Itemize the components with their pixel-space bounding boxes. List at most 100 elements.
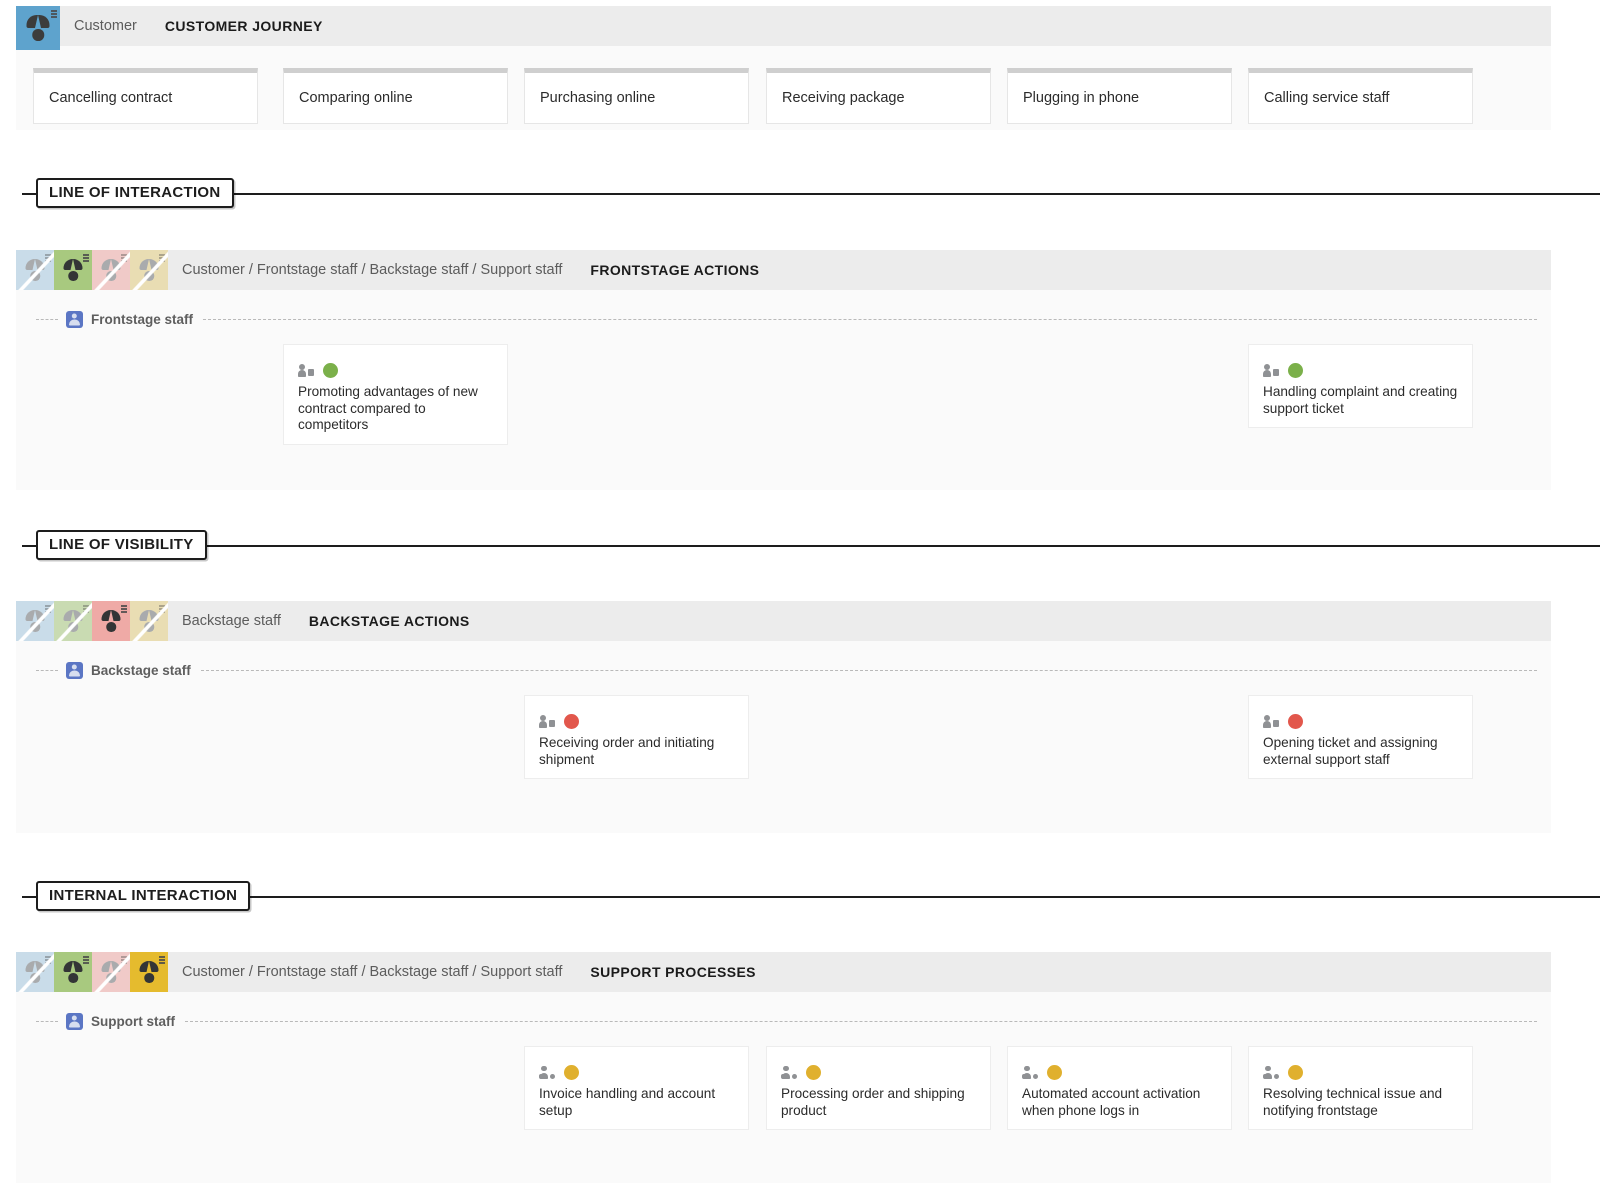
customer-journey-title: CUSTOMER JOURNEY: [164, 18, 323, 34]
support-avatar[interactable]: [130, 250, 168, 290]
journey-stage-card[interactable]: Comparing online: [283, 68, 508, 124]
status-dot: [806, 1064, 821, 1080]
card-icon-row: [1263, 362, 1458, 378]
disabled-slash-icon: [93, 250, 130, 290]
journey-stage-label: Purchasing online: [540, 90, 656, 106]
disabled-slash-icon: [55, 601, 92, 641]
frontstage-lane-icon: [66, 310, 83, 328]
customer-avatar[interactable]: [16, 952, 54, 992]
people-group-icon: [539, 1065, 555, 1079]
lane-dash-right: [200, 669, 1537, 671]
journey-stage-label: Plugging in phone: [1023, 90, 1140, 106]
journey-stage-card[interactable]: Calling service staff: [1248, 68, 1473, 124]
lane-dash-right: [203, 318, 1537, 320]
journey-stage-label: Comparing online: [299, 90, 413, 106]
support-avatar[interactable]: [130, 601, 168, 641]
journey-stage-card[interactable]: Plugging in phone: [1007, 68, 1232, 124]
card-icon-row: [1263, 713, 1458, 729]
card-icon-row: [1263, 1064, 1458, 1080]
action-card-text: Opening ticket and assigning external su…: [1263, 735, 1438, 767]
divider-line: [22, 896, 1600, 898]
action-card-text: Processing order and shipping product: [781, 1086, 965, 1118]
customer-avatar[interactable]: [16, 6, 60, 50]
frontstage-header: Customer / Frontstage staff / Backstage …: [16, 250, 1551, 290]
support-role-label: Customer / Frontstage staff / Backstage …: [182, 964, 563, 980]
frontstage-avatar[interactable]: [54, 250, 92, 290]
support-lane-header: Support staff: [16, 1012, 1551, 1030]
line-of-visibility-label: LINE OF VISIBILITY: [36, 530, 207, 560]
divider-line: [22, 545, 1600, 547]
disabled-slash-icon: [131, 250, 168, 290]
action-card[interactable]: Resolving technical issue and notifying …: [1248, 1046, 1473, 1130]
person-badge-icon: [298, 363, 314, 377]
backstage-lane-header: Backstage staff: [16, 661, 1551, 679]
support-avatar[interactable]: [130, 952, 168, 992]
lane-dash-left: [36, 1020, 58, 1022]
support-lane-label: Support staff: [91, 1013, 175, 1029]
action-card[interactable]: Invoice handling and account setup: [524, 1046, 749, 1130]
backstage-lane-label: Backstage staff: [91, 662, 191, 678]
action-card-text: Automated account activation when phone …: [1022, 1086, 1201, 1118]
frontstage-avatar[interactable]: [54, 601, 92, 641]
people-group-icon: [1263, 1065, 1279, 1079]
card-icon-row: [298, 362, 493, 378]
frontstage-avatar[interactable]: [54, 952, 92, 992]
lane-dash-left: [36, 669, 58, 671]
frontstage-lane-label: Frontstage staff: [91, 311, 194, 327]
lane-dash-right: [185, 1020, 1537, 1022]
action-card[interactable]: Automated account activation when phone …: [1007, 1046, 1232, 1130]
line-of-interaction-label: LINE OF INTERACTION: [36, 178, 234, 208]
backstage-avatar[interactable]: [92, 952, 130, 992]
disabled-slash-icon: [17, 250, 54, 290]
menu-dots-icon: [83, 956, 89, 966]
disabled-slash-icon: [131, 601, 168, 641]
backstage-avatar-group: [16, 601, 168, 641]
action-card[interactable]: Receiving order and initiating shipment: [524, 695, 749, 779]
journey-stage-card[interactable]: Receiving package: [766, 68, 991, 124]
journey-stage-label: Calling service staff: [1264, 90, 1390, 106]
support-lane-icon: [66, 1012, 83, 1030]
card-icon-row: [539, 1064, 734, 1080]
backstage-role-label: Backstage staff: [182, 613, 281, 629]
status-dot: [323, 362, 338, 378]
status-dot: [1288, 713, 1303, 729]
disabled-slash-icon: [93, 952, 130, 992]
customer-avatar-group: [16, 6, 60, 50]
action-card[interactable]: Processing order and shipping product: [766, 1046, 991, 1130]
menu-dots-icon: [121, 605, 127, 615]
journey-stage-card[interactable]: Cancelling contract: [33, 68, 258, 124]
action-card[interactable]: Opening ticket and assigning external su…: [1248, 695, 1473, 779]
action-card[interactable]: Handling complaint and creating support …: [1248, 344, 1473, 428]
status-dot: [564, 713, 579, 729]
backstage-section-title: BACKSTAGE ACTIONS: [308, 613, 470, 629]
frontstage-actions-section: Customer / Frontstage staff / Backstage …: [16, 250, 1551, 490]
backstage-header: Backstage staff BACKSTAGE ACTIONS: [16, 601, 1551, 641]
person-badge-icon: [539, 714, 555, 728]
action-card[interactable]: Promoting advantages of new contract com…: [283, 344, 508, 445]
person-badge-icon: [1263, 363, 1279, 377]
menu-dots-icon: [159, 956, 165, 966]
line-of-interaction-divider: LINE OF INTERACTION: [0, 178, 1600, 208]
journey-stage-card[interactable]: Purchasing online: [524, 68, 749, 124]
support-processes-section: Customer / Frontstage staff / Backstage …: [16, 952, 1551, 1183]
backstage-avatar[interactable]: [92, 601, 130, 641]
customer-avatar[interactable]: [16, 250, 54, 290]
divider-line: [22, 193, 1600, 195]
customer-role-label: Customer: [74, 18, 137, 34]
internal-interaction-divider: INTERNAL INTERACTION: [0, 881, 1600, 911]
person-badge-icon: [1263, 714, 1279, 728]
status-dot: [564, 1064, 579, 1080]
internal-interaction-label: INTERNAL INTERACTION: [36, 881, 251, 911]
menu-dots-icon: [51, 10, 57, 20]
support-section-title: SUPPORT PROCESSES: [590, 964, 756, 980]
status-dot: [1047, 1064, 1062, 1080]
action-card-text: Promoting advantages of new contract com…: [298, 384, 478, 432]
backstage-avatar[interactable]: [92, 250, 130, 290]
journey-stage-label: Cancelling contract: [49, 90, 173, 106]
customer-avatar[interactable]: [16, 601, 54, 641]
support-avatar-group: [16, 952, 168, 992]
card-icon-row: [539, 713, 734, 729]
backstage-lane-icon: [66, 661, 83, 679]
people-group-icon: [781, 1065, 797, 1079]
card-icon-row: [1022, 1064, 1217, 1080]
